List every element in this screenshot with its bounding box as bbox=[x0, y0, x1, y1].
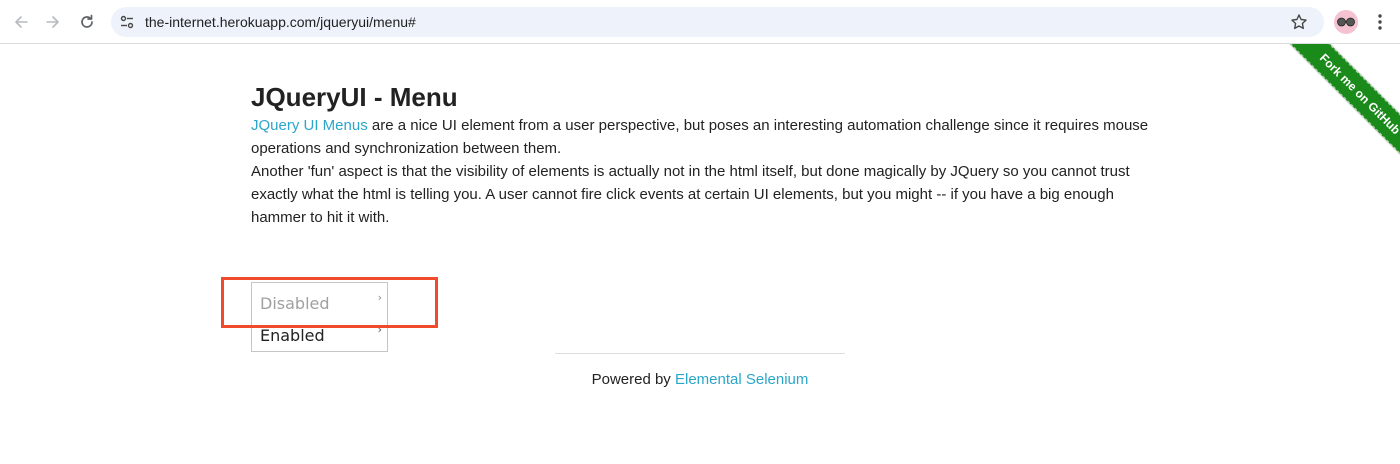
page-body: JQueryUI - Menu JQuery UI Menus are a ni… bbox=[0, 44, 1400, 464]
address-bar[interactable]: the-internet.herokuapp.com/jqueryui/menu… bbox=[111, 7, 1324, 37]
chevron-right-icon: › bbox=[377, 291, 382, 304]
tune-icon[interactable] bbox=[119, 14, 135, 30]
url-text[interactable]: the-internet.herokuapp.com/jqueryui/menu… bbox=[145, 14, 416, 30]
footer-divider bbox=[555, 353, 845, 354]
menu-item-enabled[interactable]: Enabled › bbox=[252, 321, 387, 352]
fork-me-ribbon[interactable]: Fork me on GitHub bbox=[1279, 44, 1400, 175]
page-footer: Powered by Elemental Selenium bbox=[555, 371, 845, 389]
intro-text: are a nice UI element from a user perspe… bbox=[251, 117, 1149, 157]
footer-prefix: Powered by bbox=[591, 371, 675, 388]
reload-icon[interactable] bbox=[76, 11, 98, 33]
menu-item-label: Disabled bbox=[260, 294, 330, 313]
main-content: JQueryUI - Menu JQuery UI Menus are a ni… bbox=[251, 80, 1151, 229]
page-title: JQueryUI - Menu bbox=[251, 82, 458, 112]
star-icon[interactable] bbox=[1290, 13, 1308, 31]
arrow-left-icon[interactable] bbox=[10, 11, 32, 33]
arrow-right-icon[interactable] bbox=[42, 11, 64, 33]
chevron-right-icon: › bbox=[377, 323, 382, 336]
jquery-menu: Disabled › Enabled › bbox=[251, 282, 388, 352]
intro-paragraph: JQuery UI Menus are a nice UI element fr… bbox=[251, 114, 1151, 160]
browser-toolbar: the-internet.herokuapp.com/jqueryui/menu… bbox=[0, 0, 1400, 44]
github-ribbon-container: Fork me on GitHub bbox=[1250, 44, 1400, 194]
description-paragraph: Another 'fun' aspect is that the visibil… bbox=[251, 163, 1130, 226]
elemental-selenium-link[interactable]: Elemental Selenium bbox=[675, 371, 808, 388]
menu-item-label: Enabled bbox=[260, 326, 325, 345]
menu-item-disabled[interactable]: Disabled › bbox=[252, 289, 387, 320]
profile-avatar[interactable] bbox=[1334, 10, 1358, 34]
kebab-icon[interactable] bbox=[1370, 11, 1390, 33]
jquery-ui-menus-link[interactable]: JQuery UI Menus bbox=[251, 117, 368, 134]
